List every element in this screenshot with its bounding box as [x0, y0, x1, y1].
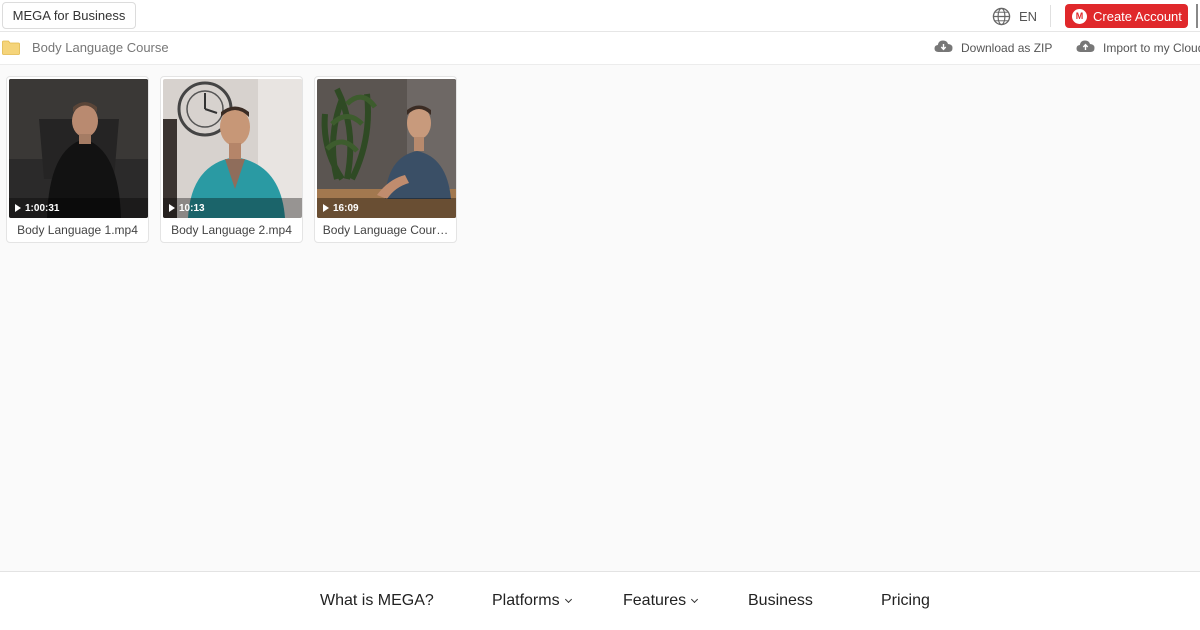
- chevron-down-icon: [691, 595, 699, 604]
- cloud-download-icon: [934, 39, 953, 56]
- nav-business[interactable]: Business: [748, 592, 813, 610]
- mega-for-business-label: MEGA for Business: [12, 8, 126, 23]
- file-grid: 1:00:31 Body Language 1.mp4 10:13 Body L…: [6, 76, 457, 243]
- file-name: Body Language Cour…: [322, 223, 449, 237]
- import-to-cloud-label: Import to my Cloud: [1103, 40, 1200, 55]
- cloud-import-icon: [1076, 39, 1095, 56]
- topbar-edge-divider: [1196, 4, 1198, 28]
- footer-nav: What is MEGA? Platforms Features Busines…: [0, 571, 1200, 630]
- video-thumbnail: 10:13: [163, 79, 302, 218]
- download-zip-label: Download as ZIP: [961, 40, 1053, 55]
- chevron-down-icon: [564, 595, 572, 604]
- play-icon: [169, 204, 175, 212]
- video-thumbnail: 16:09: [317, 79, 456, 218]
- duration-overlay: 1:00:31: [9, 198, 148, 218]
- play-icon: [15, 204, 21, 212]
- create-account-button[interactable]: M Create Account: [1065, 4, 1188, 28]
- download-zip-button[interactable]: Download as ZIP: [934, 39, 1052, 56]
- nav-business-label: Business: [748, 592, 813, 609]
- video-duration: 10:13: [179, 202, 205, 214]
- file-card[interactable]: 1:00:31 Body Language 1.mp4: [6, 76, 149, 243]
- create-account-label: Create Account: [1093, 8, 1182, 24]
- mega-logo-icon: M: [1072, 8, 1087, 24]
- nav-pricing[interactable]: Pricing: [881, 592, 930, 610]
- folder-title: Body Language Course: [32, 40, 169, 55]
- folder-bar: Body Language Course Download as ZIP Imp…: [0, 32, 1200, 65]
- nav-what-is-mega[interactable]: What is MEGA?: [320, 592, 434, 610]
- folder-icon: [2, 40, 20, 60]
- nav-platforms-label: Platforms: [492, 592, 560, 609]
- file-card[interactable]: 16:09 Body Language Cour…: [314, 76, 457, 243]
- nav-what-is-mega-label: What is MEGA?: [320, 592, 434, 609]
- topbar-divider: [1050, 5, 1051, 27]
- video-duration: 16:09: [333, 202, 359, 214]
- file-name: Body Language 2.mp4: [171, 223, 292, 237]
- nav-pricing-label: Pricing: [881, 592, 930, 609]
- language-selector[interactable]: EN: [992, 6, 1037, 26]
- file-name: Body Language 1.mp4: [17, 223, 138, 237]
- nav-features-label: Features: [623, 592, 687, 609]
- mega-for-business-button[interactable]: MEGA for Business: [2, 2, 136, 29]
- top-bar: MEGA for Business EN M Create Account: [0, 0, 1200, 32]
- globe-icon: [992, 7, 1011, 26]
- language-code: EN: [1019, 8, 1038, 24]
- nav-platforms[interactable]: Platforms: [492, 592, 572, 610]
- video-thumbnail: 1:00:31: [9, 79, 148, 218]
- video-duration: 1:00:31: [25, 202, 60, 214]
- duration-overlay: 16:09: [317, 198, 456, 218]
- file-card[interactable]: 10:13 Body Language 2.mp4: [160, 76, 303, 243]
- nav-features[interactable]: Features: [623, 592, 699, 610]
- import-to-cloud-button[interactable]: Import to my Cloud: [1076, 39, 1200, 56]
- play-icon: [323, 204, 329, 212]
- duration-overlay: 10:13: [163, 198, 302, 218]
